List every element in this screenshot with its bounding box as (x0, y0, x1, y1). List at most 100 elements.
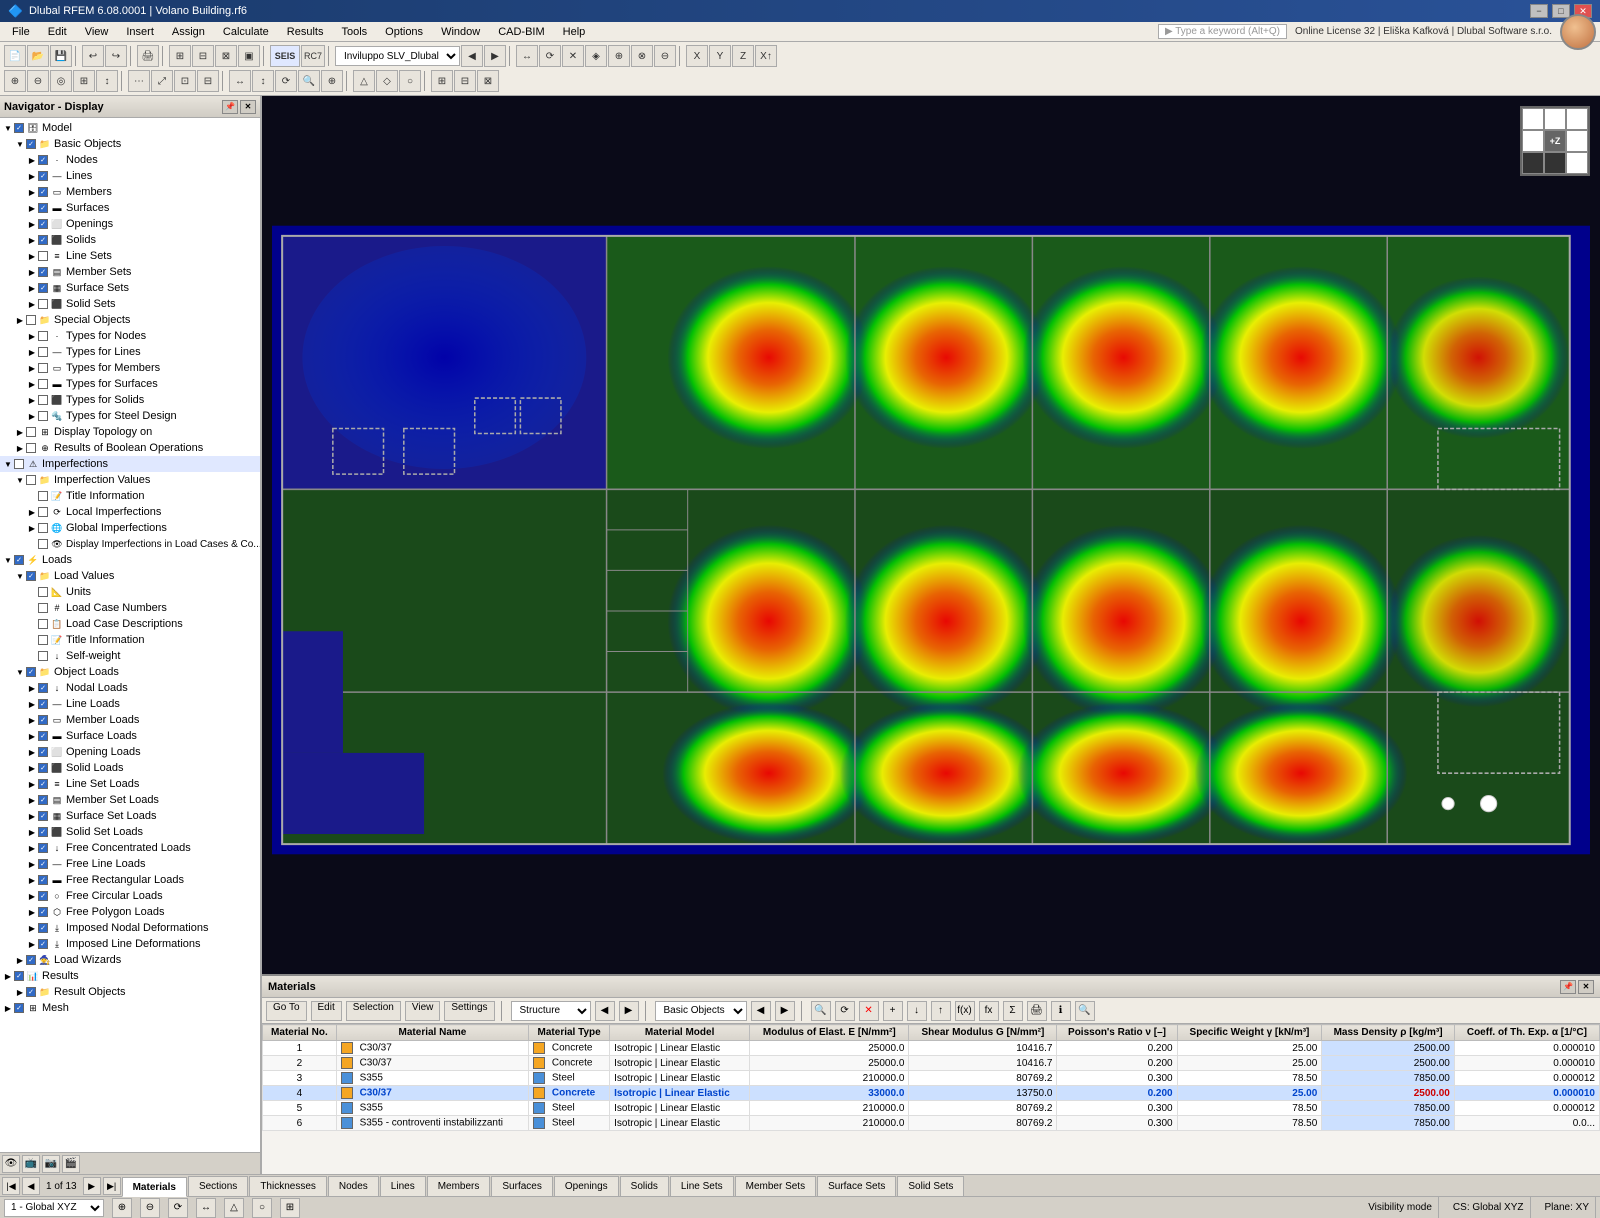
menu-edit[interactable]: Edit (40, 24, 75, 40)
arrow-left[interactable]: ◀ (461, 45, 483, 67)
menu-help[interactable]: Help (555, 24, 594, 40)
r2-14[interactable]: ⊕ (321, 70, 343, 92)
tb11[interactable]: X↑ (755, 45, 777, 67)
tab-lines[interactable]: Lines (380, 1176, 426, 1196)
menu-window[interactable]: Window (433, 24, 488, 40)
check-model[interactable]: ✓ (14, 123, 24, 133)
new-btn[interactable]: 📄 (4, 45, 26, 67)
tb10[interactable]: Z (732, 45, 754, 67)
arrow-nodes[interactable]: ▶ (26, 154, 38, 166)
arrow-surfaceset-loads[interactable]: ▶ (26, 810, 38, 822)
tree-surface-loads[interactable]: ▶ ✓ ▬ Surface Loads (0, 728, 260, 744)
table-row[interactable]: 4 C30/37 Concrete Isotropic | Linear Ela… (263, 1086, 1600, 1101)
nav-video-btn[interactable]: 🎬 (62, 1155, 80, 1173)
tb5[interactable]: ⊕ (608, 45, 630, 67)
last-page-btn[interactable]: ▶| (103, 1177, 121, 1195)
check-special[interactable] (26, 315, 36, 325)
tb6[interactable]: ⊗ (631, 45, 653, 67)
tree-free-line[interactable]: ▶ ✓ — Free Line Loads (0, 856, 260, 872)
tb4[interactable]: ◈ (585, 45, 607, 67)
next-structure-btn[interactable]: ▶ (619, 1001, 639, 1021)
tree-imperf-values[interactable]: ▼ 📁 Imperfection Values (0, 472, 260, 488)
menu-assign[interactable]: Assign (164, 24, 213, 40)
arrow-types-surfaces[interactable]: ▶ (26, 378, 38, 390)
check-results[interactable]: ✓ (14, 971, 24, 981)
arrow-boolean[interactable]: ▶ (14, 442, 26, 454)
load-combo-dropdown[interactable]: Inviluppo SLV_Dlubal (335, 46, 460, 66)
menu-cad-bim[interactable]: CAD-BIM (490, 24, 552, 40)
tree-lc-numbers[interactable]: ▶ # Load Case Numbers (0, 600, 260, 616)
arrow-special[interactable]: ▶ (14, 314, 26, 326)
tree-nodal-loads[interactable]: ▶ ✓ ↓ Nodal Loads (0, 680, 260, 696)
tree-surfaces[interactable]: ▶ ✓ ▬ Surfaces (0, 200, 260, 216)
check-solids[interactable]: ✓ (38, 235, 48, 245)
tree-types-lines[interactable]: ▶ — Types for Lines (0, 344, 260, 360)
fx-btn[interactable]: fx (979, 1001, 999, 1021)
prev-obj-btn[interactable]: ◀ (751, 1001, 771, 1021)
view2[interactable]: ⊟ (192, 45, 214, 67)
tree-display-topology[interactable]: ▶ ⊞ Display Topology on (0, 424, 260, 440)
formula-btn[interactable]: f(x) (955, 1001, 975, 1021)
prev-page-btn[interactable]: ◀ (22, 1177, 40, 1195)
tab-line-sets[interactable]: Line Sets (670, 1176, 734, 1196)
tree-selfweight[interactable]: ▶ ↓ Self-weight (0, 648, 260, 664)
next-page-btn[interactable]: ▶ (83, 1177, 101, 1195)
check-nodal-loads[interactable]: ✓ (38, 683, 48, 693)
tree-member-loads[interactable]: ▶ ✓ ▭ Member Loads (0, 712, 260, 728)
arrow-loads[interactable]: ▼ (2, 554, 14, 566)
menu-calculate[interactable]: Calculate (215, 24, 277, 40)
tree-loads[interactable]: ▼ ✓ ⚡ Loads (0, 552, 260, 568)
view3[interactable]: ⊠ (215, 45, 237, 67)
check-load-values[interactable]: ✓ (26, 571, 36, 581)
undo-btn[interactable]: ↩ (82, 45, 104, 67)
tree-solidset-loads[interactable]: ▶ ✓ ⬛ Solid Set Loads (0, 824, 260, 840)
r2-4[interactable]: ⊞ (73, 70, 95, 92)
tree-result-objects[interactable]: ▶ ✓ 📁 Result Objects (0, 984, 260, 1000)
status-btn5[interactable]: △ (224, 1198, 244, 1218)
tab-nodes[interactable]: Nodes (328, 1176, 379, 1196)
edit-btn[interactable]: Edit (311, 1001, 342, 1021)
check-line-loads[interactable]: ✓ (38, 699, 48, 709)
tab-materials[interactable]: Materials (122, 1177, 187, 1197)
r2-8[interactable]: ⊡ (174, 70, 196, 92)
btn-seis[interactable]: SEIS (270, 45, 300, 67)
arrow-surface-loads[interactable]: ▶ (26, 730, 38, 742)
r2-1[interactable]: ⊕ (4, 70, 26, 92)
arrow-types-members[interactable]: ▶ (26, 362, 38, 374)
settings-btn[interactable]: Settings (444, 1001, 494, 1021)
nav-close-btn[interactable]: ✕ (240, 100, 256, 114)
check-openings[interactable]: ✓ (38, 219, 48, 229)
arrow-surfaces[interactable]: ▶ (26, 202, 38, 214)
r2-16[interactable]: ◇ (376, 70, 398, 92)
redo-btn[interactable]: ↪ (105, 45, 127, 67)
check-imperf-values[interactable] (26, 475, 36, 485)
status-btn4[interactable]: ↔ (196, 1198, 216, 1218)
arrow-local-imperf[interactable]: ▶ (26, 506, 38, 518)
tree-lines[interactable]: ▶ ✓ — Lines (0, 168, 260, 184)
check-global-imperf[interactable] (38, 523, 48, 533)
r2-19[interactable]: ⊟ (454, 70, 476, 92)
arrow-types-solids[interactable]: ▶ (26, 394, 38, 406)
nav-eye-btn[interactable]: 👁 (2, 1155, 20, 1173)
open-btn[interactable]: 📂 (27, 45, 49, 67)
search2-btn[interactable]: 🔍 (1075, 1001, 1095, 1021)
view-btn[interactable]: View (405, 1001, 441, 1021)
arrow-lineset-loads[interactable]: ▶ (26, 778, 38, 790)
arrow-openings[interactable]: ▶ (26, 218, 38, 230)
tb8[interactable]: X (686, 45, 708, 67)
r2-9[interactable]: ⊟ (197, 70, 219, 92)
arrow-object-loads[interactable]: ▼ (14, 666, 26, 678)
tree-membersets[interactable]: ▶ ✓ ▤ Member Sets (0, 264, 260, 280)
tree-lineset-loads[interactable]: ▶ ✓ ≡ Line Set Loads (0, 776, 260, 792)
tree-nodes[interactable]: ▶ ✓ · Nodes (0, 152, 260, 168)
tab-sections[interactable]: Sections (188, 1176, 248, 1196)
tree-linesets[interactable]: ▶ ≡ Line Sets (0, 248, 260, 264)
tree-load-values[interactable]: ▼ ✓ 📁 Load Values (0, 568, 260, 584)
check-basic[interactable]: ✓ (26, 139, 36, 149)
check-display-topology[interactable] (26, 427, 36, 437)
tab-thicknesses[interactable]: Thicknesses (249, 1176, 327, 1196)
check-loads-title[interactable] (38, 635, 48, 645)
check-lc-desc[interactable] (38, 619, 48, 629)
import-btn[interactable]: ↓ (907, 1001, 927, 1021)
menu-results[interactable]: Results (279, 24, 332, 40)
